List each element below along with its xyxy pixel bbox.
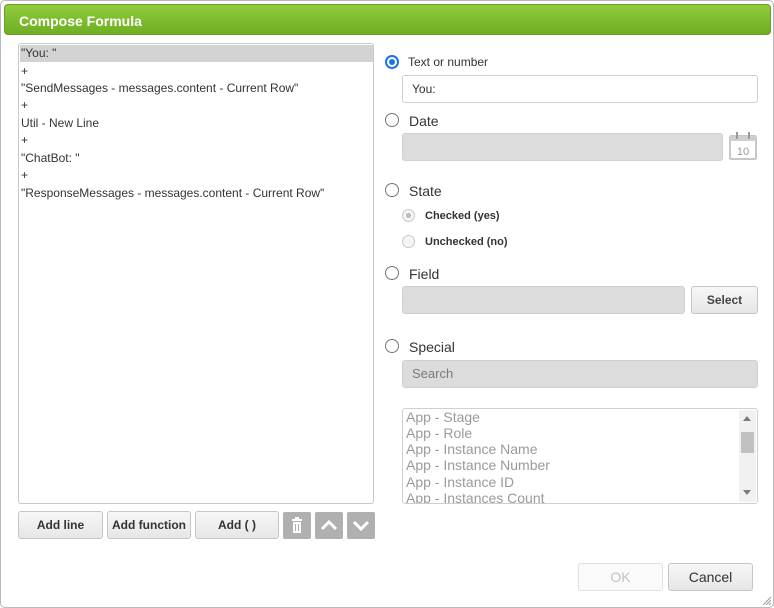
state-radio[interactable] bbox=[385, 183, 399, 197]
scroll-up-icon[interactable] bbox=[743, 416, 751, 421]
cancel-button[interactable]: Cancel bbox=[668, 563, 753, 591]
chevron-up-icon bbox=[320, 519, 338, 531]
calendar-icon[interactable]: 10 bbox=[728, 131, 758, 161]
special-radio[interactable] bbox=[385, 339, 399, 353]
dialog-title-bar[interactable]: Compose Formula bbox=[4, 4, 771, 35]
formula-line[interactable]: "ResponseMessages - messages.content - C… bbox=[20, 185, 373, 202]
compose-formula-dialog: Compose Formula "You: " + "SendMessages … bbox=[0, 0, 774, 608]
formula-line[interactable]: "SendMessages - messages.content - Curre… bbox=[20, 80, 373, 97]
formula-editor[interactable]: "You: " + "SendMessages - messages.conte… bbox=[18, 43, 374, 504]
field-select-button[interactable]: Select bbox=[691, 286, 758, 314]
move-down-button[interactable] bbox=[347, 512, 375, 539]
text-or-number-input[interactable]: You: bbox=[402, 75, 758, 103]
list-item[interactable]: App - Instance Number bbox=[406, 457, 550, 473]
add-line-button[interactable]: Add line bbox=[18, 511, 103, 539]
list-item[interactable]: App - Instance ID bbox=[406, 474, 514, 490]
scroll-thumb[interactable] bbox=[741, 432, 754, 453]
field-label: Field bbox=[409, 266, 440, 282]
list-scrollbar[interactable] bbox=[739, 410, 756, 502]
formula-line[interactable]: + bbox=[20, 132, 373, 149]
state-checked-label: Checked (yes) bbox=[425, 210, 500, 222]
add-parens-button[interactable]: Add ( ) bbox=[195, 511, 279, 539]
list-item[interactable]: App - Instance Name bbox=[406, 441, 538, 457]
formula-line[interactable]: + bbox=[20, 97, 373, 114]
dialog-title: Compose Formula bbox=[19, 13, 142, 29]
state-label: State bbox=[409, 183, 442, 199]
list-item[interactable]: App - Instances Count bbox=[406, 490, 545, 503]
date-label: Date bbox=[409, 113, 439, 129]
formula-line[interactable]: + bbox=[20, 167, 373, 184]
trash-icon bbox=[292, 517, 302, 533]
chevron-down-icon bbox=[352, 520, 370, 532]
text-or-number-radio[interactable] bbox=[385, 55, 399, 69]
date-input[interactable] bbox=[402, 133, 723, 161]
list-item[interactable]: App - Role bbox=[406, 425, 472, 441]
state-checked-radio[interactable] bbox=[402, 209, 415, 222]
scroll-down-icon[interactable] bbox=[743, 490, 751, 495]
text-or-number-label: Text or number bbox=[408, 55, 489, 69]
ok-button[interactable]: OK bbox=[578, 563, 663, 591]
date-radio[interactable] bbox=[385, 113, 399, 127]
resize-grip-icon[interactable] bbox=[761, 595, 771, 605]
formula-line[interactable]: "You: " bbox=[20, 45, 373, 62]
special-list[interactable]: App - Stage App - Role App - Instance Na… bbox=[402, 408, 758, 504]
svg-text:10: 10 bbox=[737, 146, 749, 158]
state-unchecked-radio[interactable] bbox=[402, 235, 415, 248]
special-label: Special bbox=[409, 339, 455, 355]
state-unchecked-label: Unchecked (no) bbox=[425, 236, 508, 248]
field-radio[interactable] bbox=[385, 266, 399, 280]
move-up-button[interactable] bbox=[315, 512, 343, 539]
list-item[interactable]: App - Stage bbox=[406, 409, 480, 425]
add-function-button[interactable]: Add function bbox=[107, 511, 191, 539]
formula-line[interactable]: + bbox=[20, 63, 373, 80]
formula-line[interactable]: "ChatBot: " bbox=[20, 150, 373, 167]
field-input[interactable] bbox=[402, 286, 685, 314]
formula-line[interactable]: Util - New Line bbox=[20, 115, 373, 132]
delete-button[interactable] bbox=[283, 512, 311, 539]
special-search-input[interactable]: Search bbox=[402, 360, 758, 388]
